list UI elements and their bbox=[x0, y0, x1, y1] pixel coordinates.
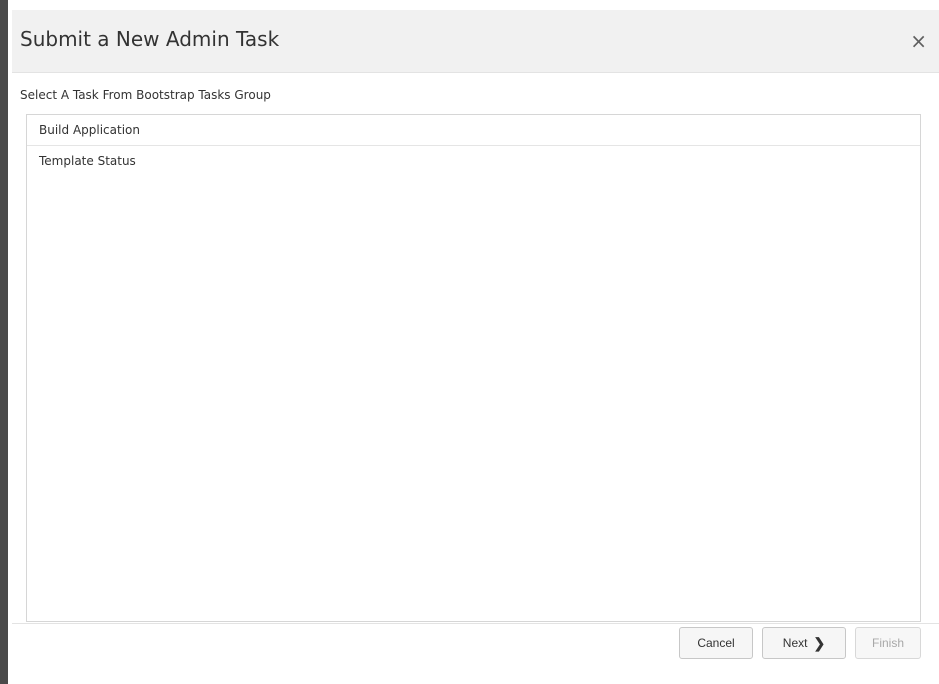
task-group-label: Select A Task From Bootstrap Tasks Group bbox=[20, 88, 271, 102]
finish-button-label: Finish bbox=[871, 636, 904, 650]
dialog-header: Submit a New Admin Task × bbox=[12, 10, 939, 73]
dialog-title: Submit a New Admin Task bbox=[20, 27, 280, 51]
dialog-footer-divider bbox=[12, 623, 939, 624]
close-icon[interactable]: × bbox=[910, 31, 927, 51]
window-left-border bbox=[0, 0, 8, 684]
task-item-label: Template Status bbox=[39, 154, 136, 168]
cancel-button[interactable]: Cancel bbox=[679, 627, 753, 659]
next-button[interactable]: Next ❯ bbox=[762, 627, 846, 659]
task-list: Build Application Template Status bbox=[26, 114, 921, 622]
task-item-template-status[interactable]: Template Status bbox=[27, 146, 920, 176]
task-item-label: Build Application bbox=[39, 123, 140, 137]
chevron-right-icon: ❯ bbox=[813, 634, 826, 651]
finish-button[interactable]: Finish bbox=[855, 627, 921, 659]
admin-task-dialog: Submit a New Admin Task × Select A Task … bbox=[12, 10, 939, 684]
task-item-build-application[interactable]: Build Application bbox=[27, 115, 920, 146]
next-button-label: Next bbox=[782, 636, 808, 650]
cancel-button-label: Cancel bbox=[697, 636, 735, 650]
